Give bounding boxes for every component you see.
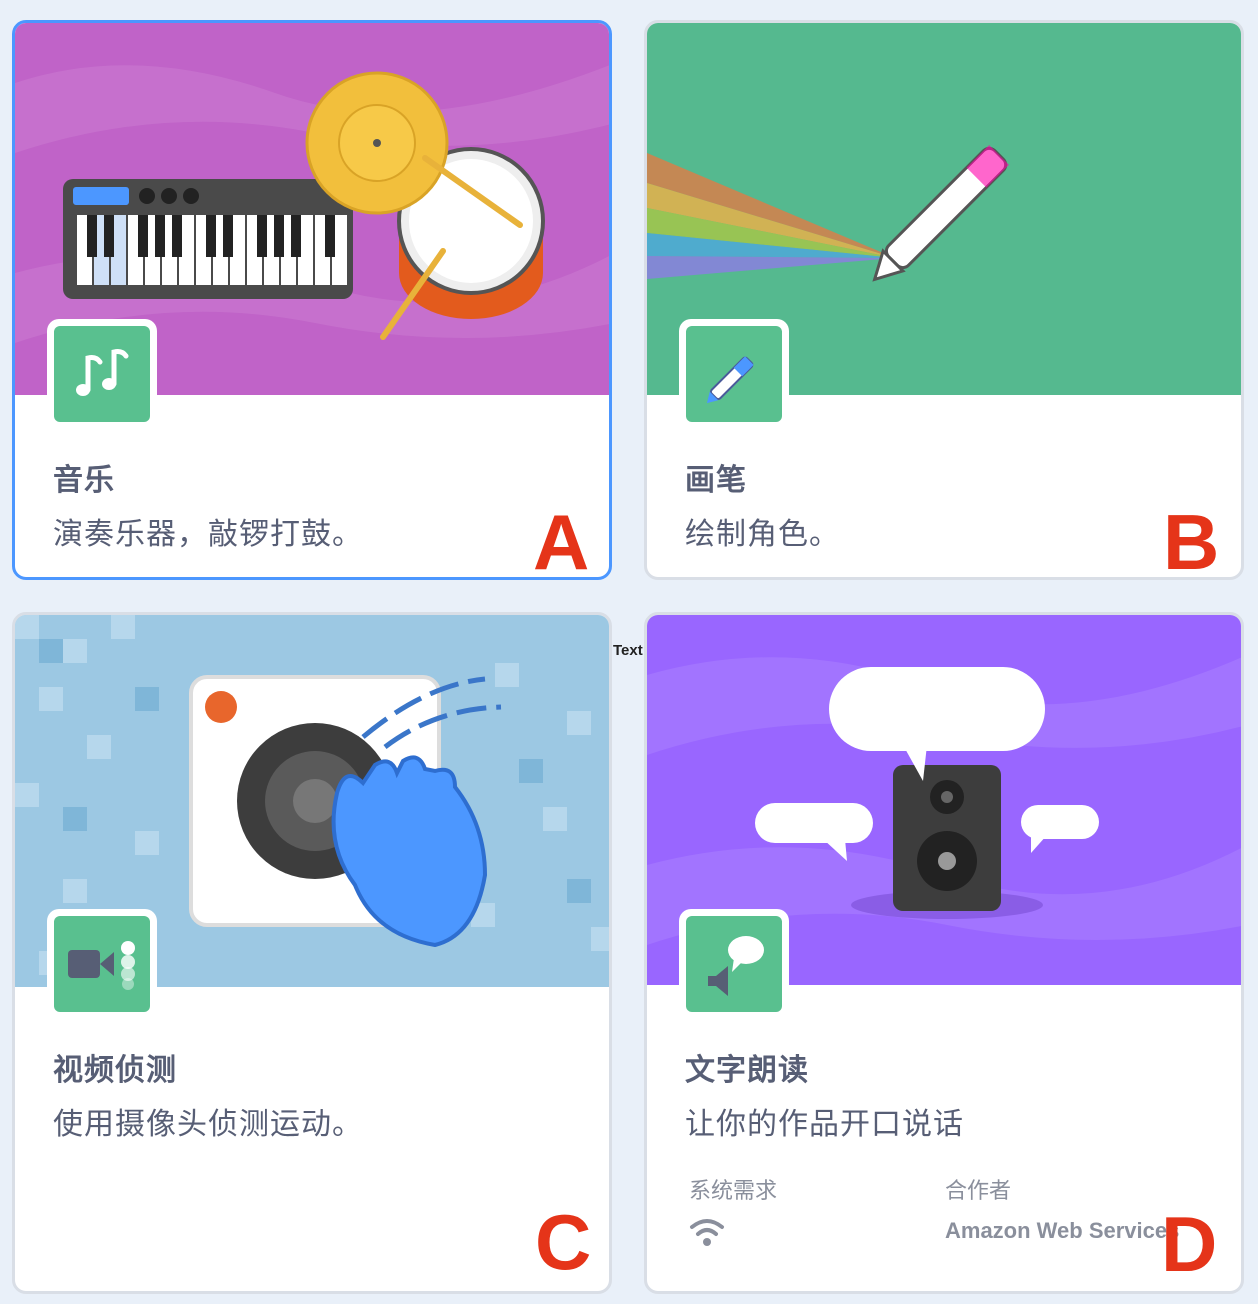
video-camera-icon — [68, 941, 135, 990]
extension-card-music[interactable]: 音乐 演奏乐器，敲锣打鼓。 A — [12, 20, 612, 580]
wifi-icon — [690, 1219, 724, 1246]
extension-title: 画笔 — [685, 463, 747, 498]
music-extension-badge — [47, 319, 157, 429]
collaborator-label: 合作者 — [945, 1179, 1012, 1204]
text-to-speech-extension-badge — [679, 909, 789, 1019]
extension-description: 使用摄像头侦测运动。 — [53, 1107, 363, 1142]
extension-description: 演奏乐器，敲锣打鼓。 — [53, 517, 363, 552]
pen-extension-badge — [679, 319, 789, 429]
extension-card-text-to-speech[interactable]: 文字朗读 让你的作品开口说话 系统需求 合作者 Amazon Web Servi… — [644, 612, 1244, 1294]
marker-label-a: A — [533, 498, 590, 580]
marker-label-b: B — [1163, 498, 1220, 580]
requirements-label: 系统需求 — [689, 1179, 778, 1204]
extension-description: 让你的作品开口说话 — [685, 1107, 964, 1142]
pen-icon — [706, 356, 754, 404]
music-notes-icon — [76, 349, 129, 396]
marker-label-c: C — [535, 1198, 592, 1286]
video-sensing-extension-badge — [47, 909, 157, 1019]
extension-card-pen[interactable]: 画笔 绘制角色。 B — [644, 20, 1244, 580]
floating-text-label: Text — [613, 642, 643, 659]
speech-bubble-speaker-icon — [708, 936, 764, 996]
extension-title: 视频侦测 — [53, 1053, 177, 1088]
extension-title: 文字朗读 — [685, 1053, 809, 1088]
collaborator-name: Amazon Web Services — [945, 1218, 1180, 1243]
extension-card-video-sensing[interactable]: 视频侦测 使用摄像头侦测运动。 C — [12, 612, 612, 1294]
marker-label-d: D — [1161, 1200, 1218, 1288]
extension-title: 音乐 — [53, 463, 115, 498]
extension-description: 绘制角色。 — [685, 517, 840, 552]
